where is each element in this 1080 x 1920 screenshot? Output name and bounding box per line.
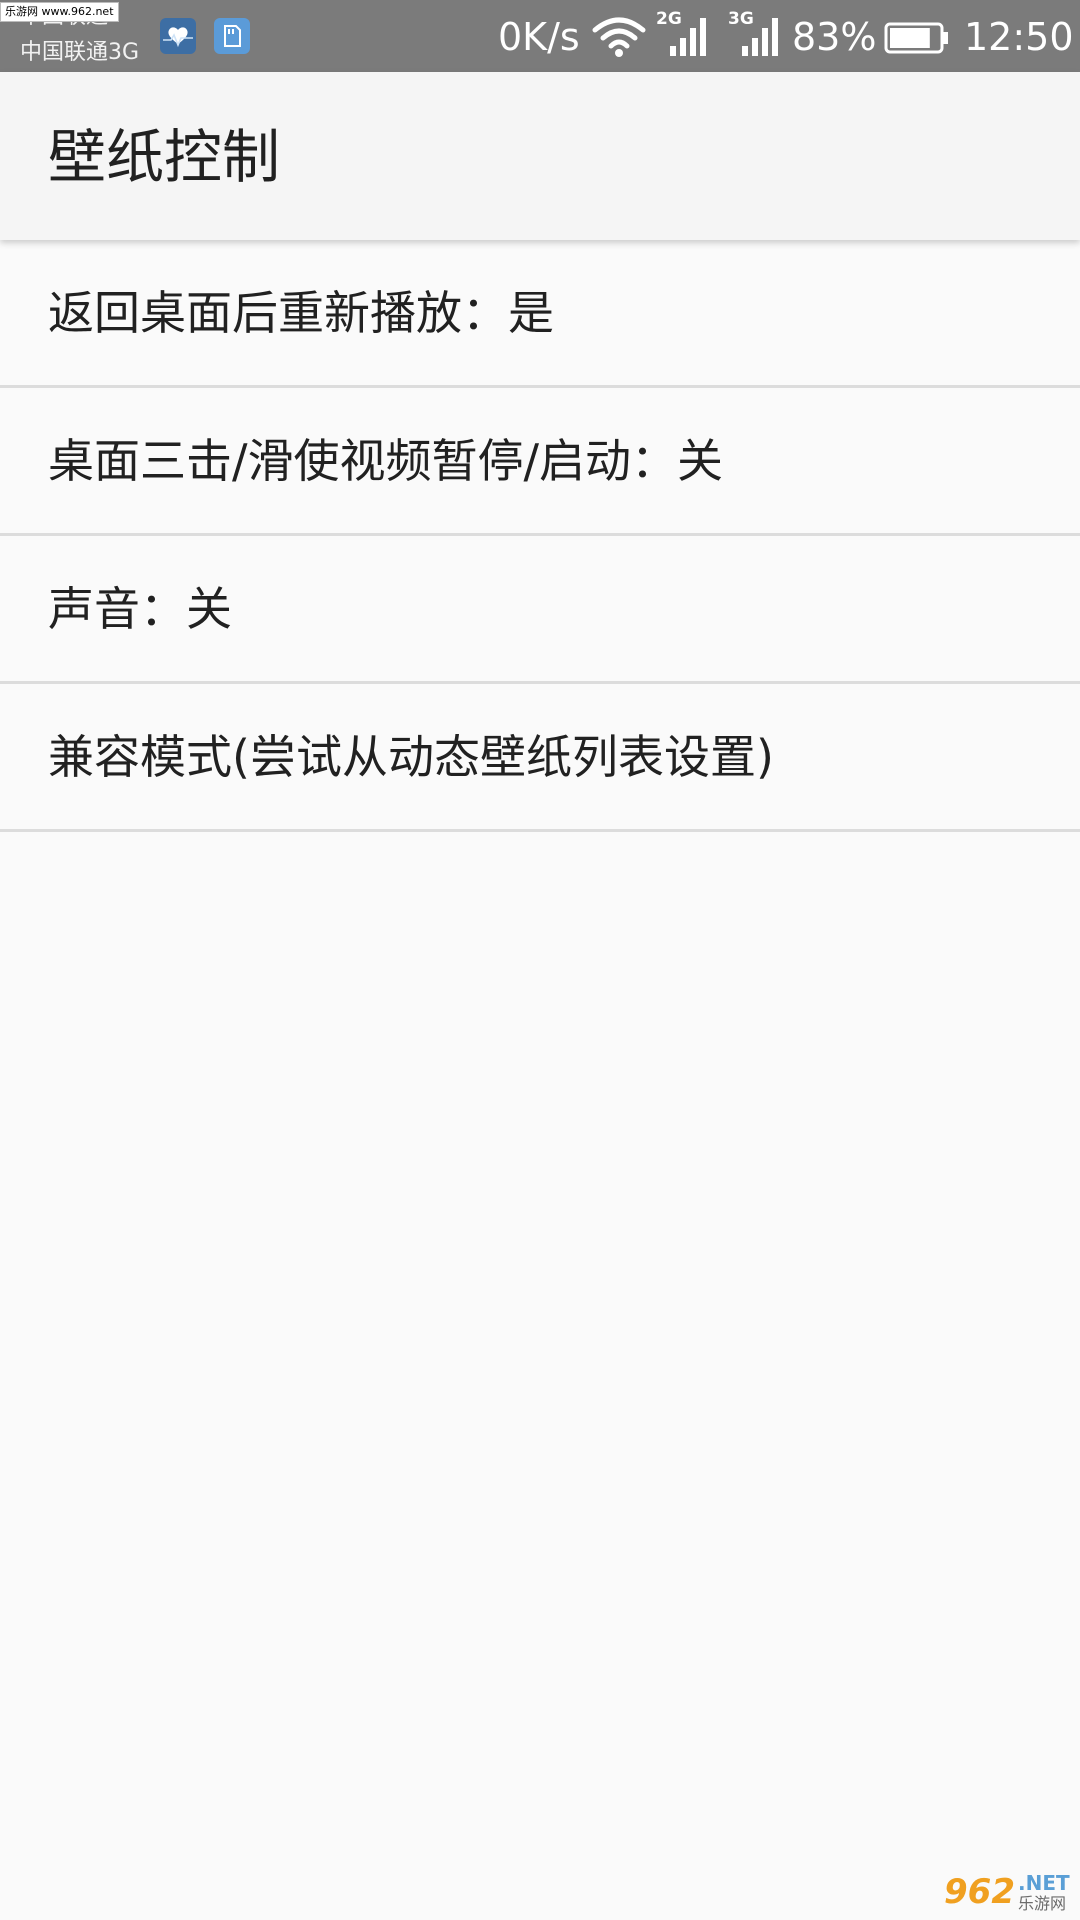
watermark-logo: 962 .NET 乐游网: [944, 1872, 1074, 1916]
setting-sound[interactable]: 声音：关: [0, 536, 1080, 684]
signal-sim2-icon: 3G: [728, 10, 784, 58]
wifi-icon: [592, 16, 646, 58]
network-speed: 0K/s: [498, 15, 580, 59]
setting-label: 声音：关: [48, 582, 232, 636]
watermark-logo-net: .NET: [1018, 1871, 1070, 1895]
signal-sim1-icon: 2G: [656, 10, 712, 58]
battery-percent: 83%: [792, 15, 877, 59]
screen: 中国联通 乐游网 www.962.net 中国联通3G 0K/s: [0, 0, 1080, 1920]
battery-fill: [890, 28, 930, 48]
watermark-logo-text: 乐游网: [1018, 1894, 1067, 1913]
app-bar: 壁纸控制: [0, 72, 1080, 240]
setting-triple-tap-pause[interactable]: 桌面三击/滑使视频暂停/启动：关: [0, 388, 1080, 536]
setting-compat-mode[interactable]: 兼容模式(尝试从动态壁纸列表设置): [0, 684, 1080, 832]
page-title: 壁纸控制: [48, 123, 281, 191]
setting-label: 桌面三击/滑使视频暂停/启动：关: [48, 434, 723, 488]
watermark-top: 乐游网 www.962.net: [0, 2, 119, 22]
health-app-icon: [160, 18, 196, 54]
carrier-name-sim2: 中国联通3G: [20, 40, 140, 65]
setting-label: 兼容模式(尝试从动态壁纸列表设置): [48, 730, 774, 784]
setting-label: 返回桌面后重新播放：是: [48, 286, 554, 340]
setting-replay-on-home[interactable]: 返回桌面后重新播放：是: [0, 240, 1080, 388]
sd-card-icon: [214, 18, 250, 54]
clock: 12:50: [964, 15, 1074, 59]
settings-list: 返回桌面后重新播放：是 桌面三击/滑使视频暂停/启动：关 声音：关 兼容模式(尝…: [0, 240, 1080, 832]
watermark-logo-number: 962: [944, 1872, 1015, 1912]
battery-icon: [884, 22, 950, 54]
status-bar: 中国联通 乐游网 www.962.net 中国联通3G 0K/s: [0, 0, 1080, 72]
